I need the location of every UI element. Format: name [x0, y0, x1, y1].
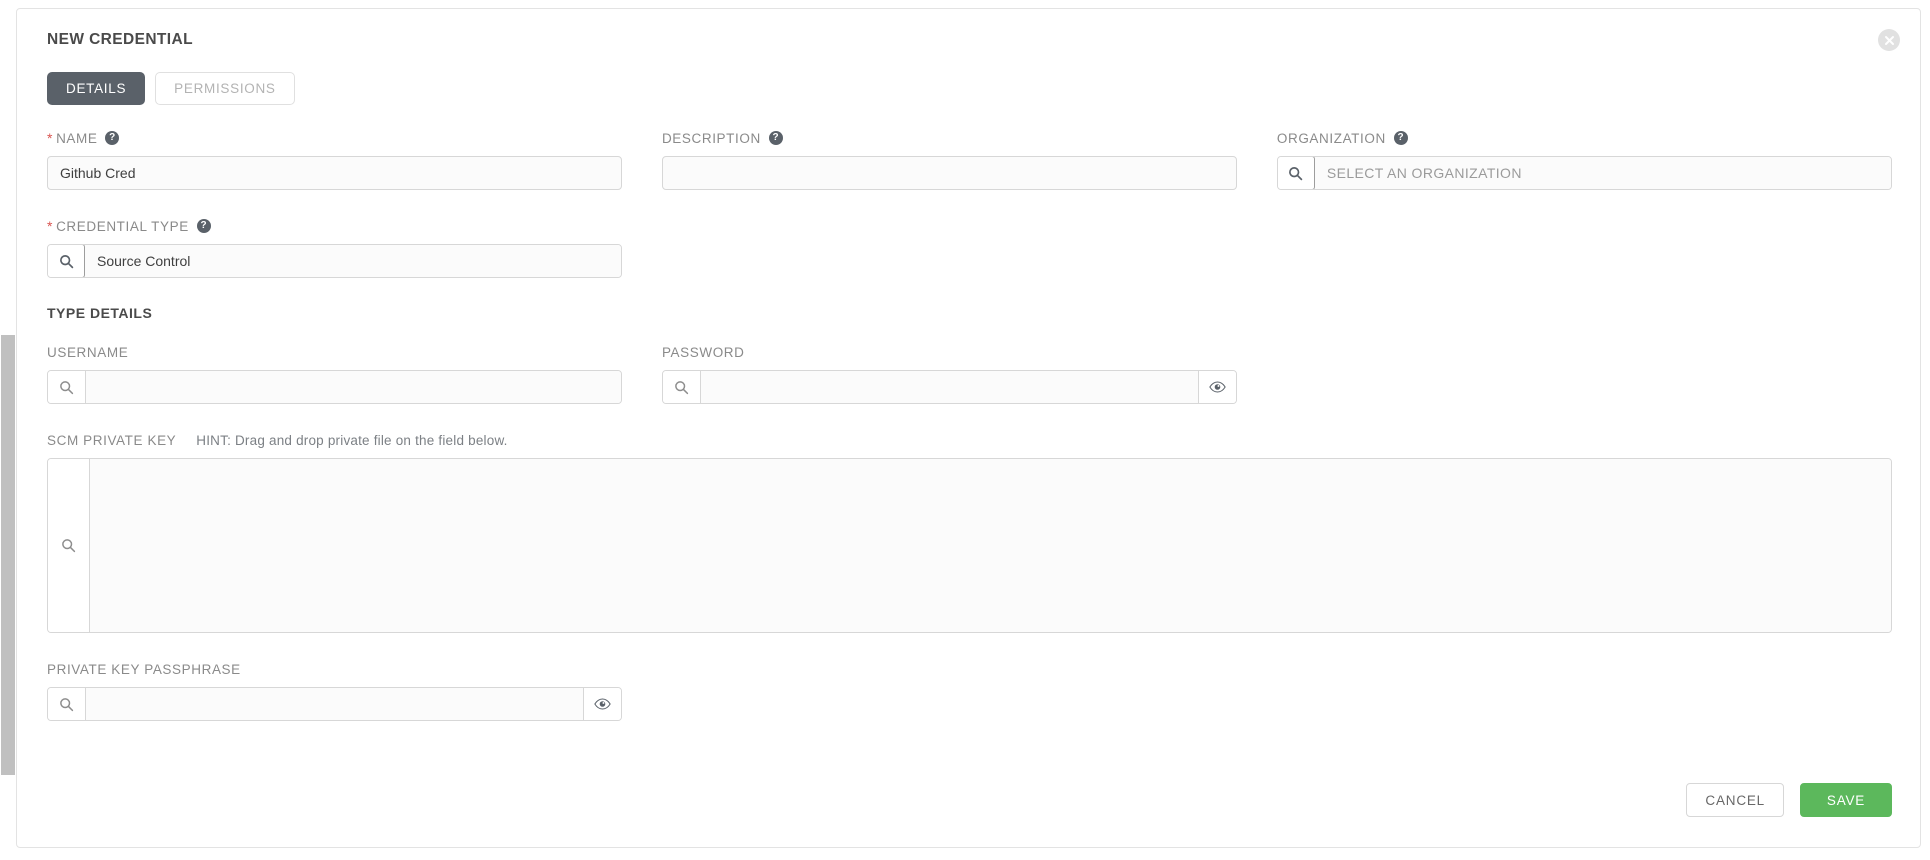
credential-panel: NEW CREDENTIAL DETAILS PERMISSIONS * NAME… — [16, 8, 1921, 848]
scm-private-key-hint: HINT: Drag and drop private file on the … — [196, 432, 508, 448]
section-title-type-details: TYPE DETAILS — [47, 305, 153, 321]
field-scm-private-key: SCM PRIVATE KEY HINT: Drag and drop priv… — [47, 431, 1892, 633]
label-text-description: DESCRIPTION — [661, 130, 761, 146]
credential-form: *NAME ? DESCRIPTION ? ORGANIZATION ? — [47, 129, 1892, 721]
description-input[interactable] — [661, 156, 1237, 190]
credential-form-viewport: NEW CREDENTIAL DETAILS PERMISSIONS * NAME… — [0, 0, 1930, 860]
label-text-organization: ORGANIZATION — [1276, 130, 1386, 146]
form-row-4: SCM PRIVATE KEY HINT: Drag and drop priv… — [47, 431, 1892, 633]
password-lookup-group — [661, 370, 1237, 404]
field-label-organization: ORGANIZATION ? — [1277, 129, 1892, 147]
password-input[interactable] — [700, 371, 1198, 403]
field-label-scm-private-key: SCM PRIVATE KEY HINT: Drag and drop priv… — [47, 431, 1892, 449]
search-icon[interactable] — [48, 688, 86, 720]
form-spacer — [1277, 343, 1892, 404]
required-marker: * — [47, 130, 54, 146]
search-icon[interactable] — [48, 459, 90, 632]
field-organization: ORGANIZATION ? — [1276, 129, 1892, 190]
form-row-5: PRIVATE KEY PASSPHRASE — [47, 660, 1892, 721]
organization-lookup-group — [1276, 156, 1892, 190]
field-label-credential-type: * CREDENTIAL TYPE ? — [47, 217, 622, 235]
required-marker: * — [47, 218, 54, 234]
private-key-passphrase-input[interactable] — [86, 688, 583, 720]
credential-type-input[interactable] — [85, 245, 621, 277]
username-input[interactable] — [86, 371, 621, 403]
form-row-1: *NAME ? DESCRIPTION ? ORGANIZATION ? — [47, 129, 1892, 190]
close-icon[interactable] — [1878, 29, 1900, 51]
tab-permissions[interactable]: PERMISSIONS — [155, 72, 295, 105]
help-icon-description[interactable]: ? — [768, 131, 783, 145]
search-icon[interactable] — [1277, 157, 1315, 189]
field-label-username: USERNAME — [47, 343, 622, 361]
field-label-password: PASSWORD — [662, 343, 1237, 361]
eye-icon[interactable] — [1197, 371, 1236, 403]
field-password: PASSWORD — [661, 343, 1277, 404]
form-row-3: USERNAME PASSWORD — [47, 343, 1892, 404]
field-label-private-key-passphrase: PRIVATE KEY PASSPHRASE — [47, 660, 622, 678]
organization-input[interactable] — [1314, 157, 1891, 189]
form-spacer — [662, 660, 1277, 721]
credential-type-lookup-group — [47, 244, 622, 278]
label-text-password: PASSWORD — [661, 344, 745, 360]
search-icon[interactable] — [48, 371, 86, 403]
vertical-scrollbar-thumb[interactable] — [1, 335, 15, 775]
label-text-scm-private-key: SCM PRIVATE KEY — [47, 432, 177, 448]
search-icon[interactable] — [662, 371, 701, 403]
field-username: USERNAME — [47, 343, 662, 404]
field-description: DESCRIPTION ? — [661, 129, 1277, 190]
field-label-name: * NAME ? — [47, 129, 622, 147]
scm-private-key-textarea[interactable] — [90, 459, 1891, 632]
help-icon-name[interactable]: ? — [105, 131, 120, 145]
tab-bar: DETAILS PERMISSIONS — [47, 72, 295, 105]
label-text-credential-type: CREDENTIAL TYPE — [56, 219, 189, 234]
eye-icon[interactable] — [582, 688, 621, 720]
label-text-username: USERNAME — [47, 344, 129, 360]
field-name: * NAME ? — [47, 129, 662, 190]
help-icon-organization[interactable]: ? — [1393, 131, 1408, 145]
name-input[interactable] — [47, 156, 622, 190]
vertical-scrollbar-track[interactable] — [0, 0, 16, 860]
tab-details[interactable]: DETAILS — [47, 72, 146, 105]
field-credential-type: * CREDENTIAL TYPE ? — [47, 217, 662, 278]
form-footer: CANCEL SAVE — [1686, 783, 1892, 817]
search-icon[interactable] — [47, 245, 85, 277]
field-private-key-passphrase: PRIVATE KEY PASSPHRASE — [47, 660, 662, 721]
private-key-passphrase-group — [47, 687, 622, 721]
label-text-name: NAME — [56, 131, 98, 146]
form-spacer — [1277, 660, 1892, 721]
help-icon-credential-type[interactable]: ? — [196, 219, 211, 233]
form-spacer — [1277, 217, 1892, 278]
cancel-button[interactable]: CANCEL — [1686, 783, 1784, 817]
form-spacer — [662, 217, 1277, 278]
page-title: NEW CREDENTIAL — [47, 31, 193, 48]
label-text-private-key-passphrase: PRIVATE KEY PASSPHRASE — [47, 661, 241, 677]
field-label-description: DESCRIPTION ? — [662, 129, 1237, 147]
scm-private-key-group — [47, 458, 1892, 633]
username-lookup-group — [47, 370, 622, 404]
form-row-2: * CREDENTIAL TYPE ? — [47, 217, 1892, 278]
save-button[interactable]: SAVE — [1800, 783, 1892, 817]
